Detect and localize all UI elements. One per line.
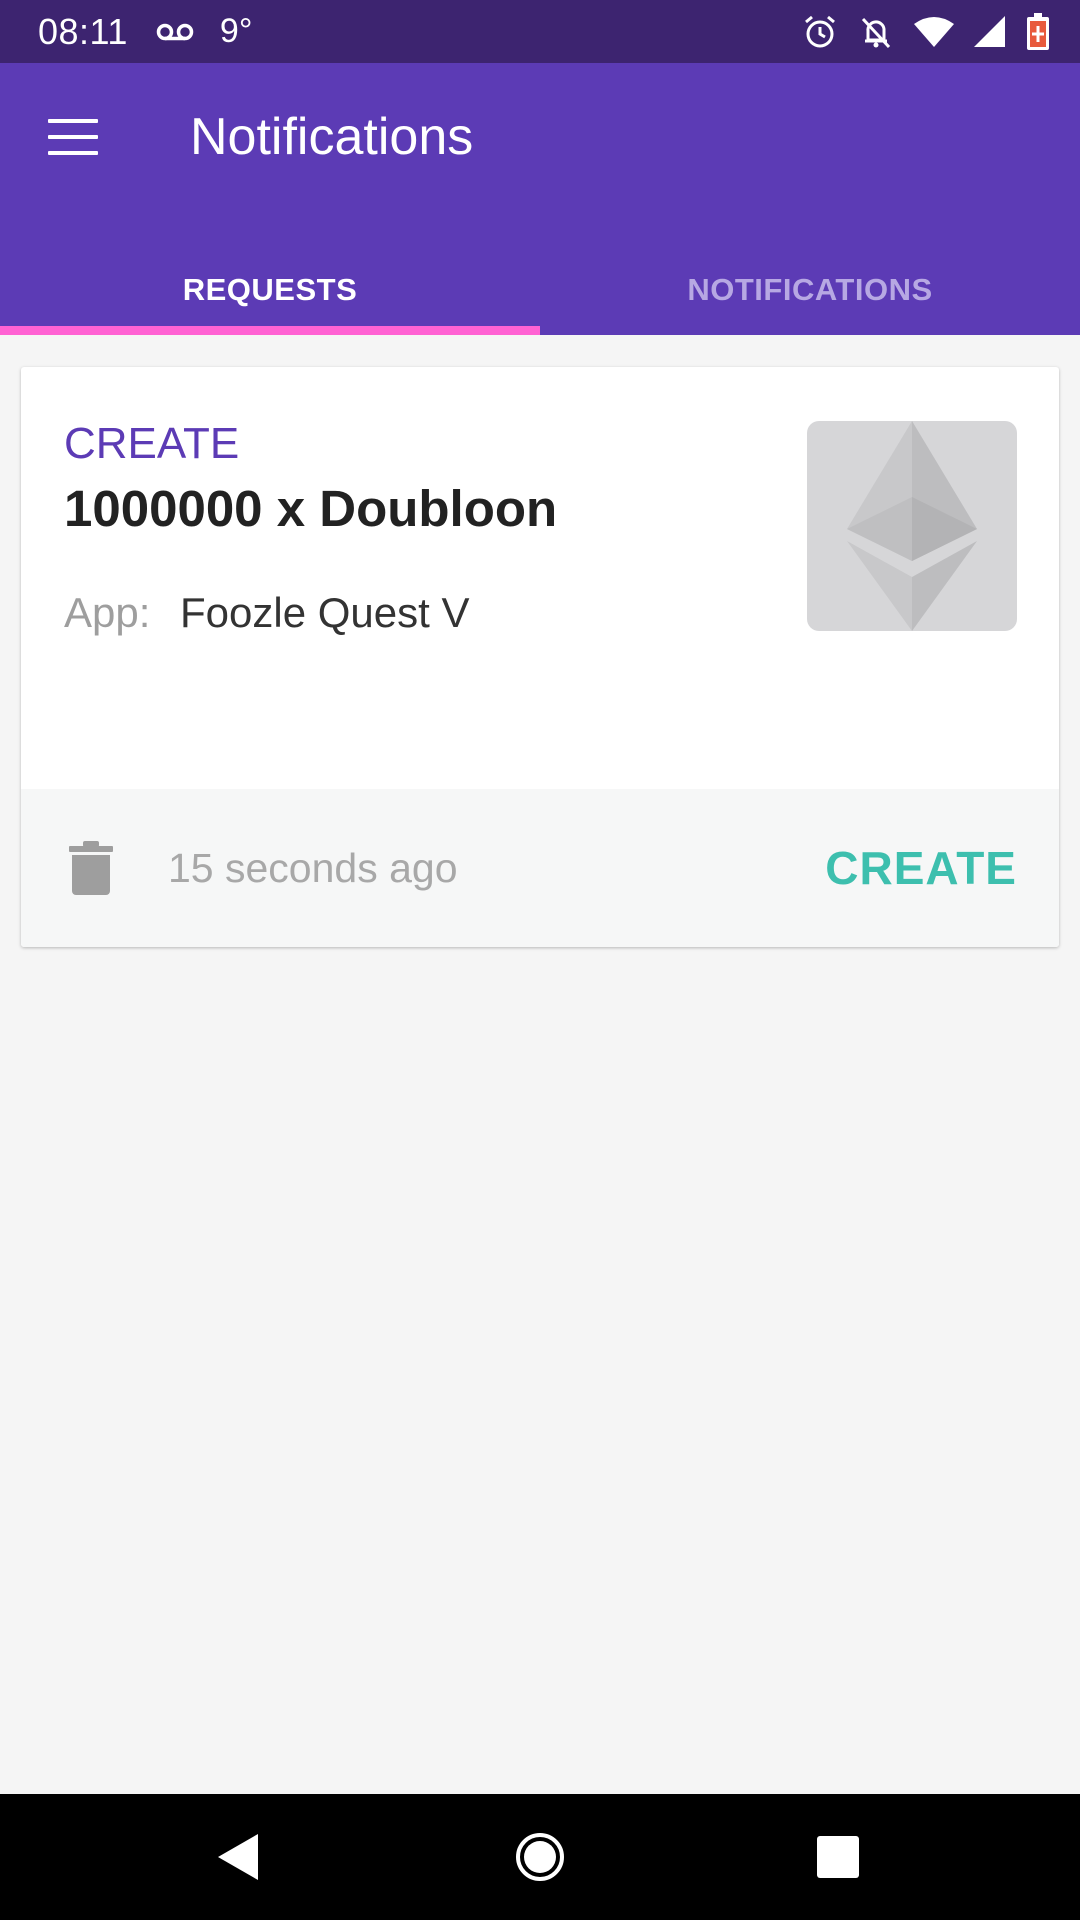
- token-thumbnail: [807, 421, 1017, 631]
- system-nav-bar: [0, 1794, 1080, 1920]
- request-card[interactable]: CREATE 1000000 x Doubloon App: Foozle Qu…: [21, 367, 1059, 947]
- ethereum-icon: [847, 421, 977, 631]
- tab-bar: REQUESTS NOTIFICATIONS: [0, 245, 1080, 335]
- battery-charging-icon: [1026, 12, 1050, 51]
- app-label: App:: [64, 589, 151, 636]
- tab-notifications[interactable]: NOTIFICATIONS: [540, 245, 1080, 335]
- tab-requests-label: REQUESTS: [182, 272, 358, 307]
- request-time: 15 seconds ago: [168, 845, 458, 891]
- card-footer: 15 seconds ago CREATE: [21, 789, 1059, 947]
- create-button[interactable]: CREATE: [825, 841, 1017, 895]
- app-bar: Notifications REQUESTS NOTIFICATIONS: [0, 63, 1080, 335]
- tab-requests[interactable]: REQUESTS: [0, 245, 540, 335]
- wifi-icon: [914, 16, 954, 48]
- hamburger-menu-icon[interactable]: [48, 119, 98, 159]
- voicemail-icon: [156, 22, 194, 42]
- home-icon[interactable]: [515, 1832, 565, 1887]
- request-type-label: CREATE: [64, 419, 240, 468]
- cell-signal-icon: [974, 15, 1006, 48]
- trash-icon[interactable]: [69, 841, 113, 895]
- app-name: Foozle Quest V: [180, 589, 470, 636]
- alarm-icon: [802, 14, 838, 50]
- notifications-off-icon: [858, 14, 894, 50]
- status-bar: 08:11 9°: [0, 0, 1080, 63]
- status-time: 08:11: [38, 10, 128, 52]
- tab-notifications-label: NOTIFICATIONS: [687, 272, 933, 307]
- back-icon[interactable]: [218, 1834, 260, 1885]
- page-title: Notifications: [190, 108, 474, 166]
- tab-indicator: [0, 326, 540, 335]
- status-temperature: 9°: [219, 12, 253, 50]
- request-title: 1000000 x Doubloon: [64, 480, 558, 537]
- recents-icon[interactable]: [817, 1836, 859, 1883]
